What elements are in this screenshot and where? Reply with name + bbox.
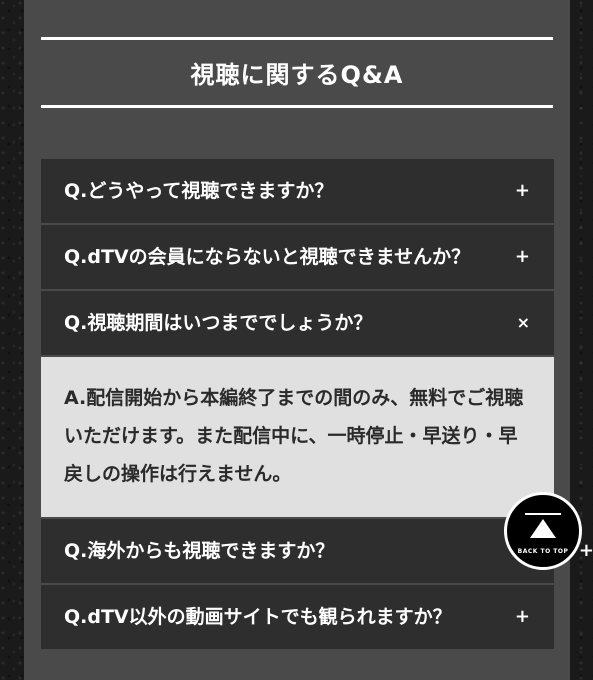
faq-item-how-to-watch[interactable]: Q.どうやって視聴できますか？ + xyxy=(41,159,554,225)
back-to-top-button[interactable]: BACK TO TOP xyxy=(504,492,582,570)
faq-question: Q.dTVの会員にならないと視聴できませんか？ xyxy=(64,246,471,268)
faq-question: Q.海外からも視聴できますか？ xyxy=(64,540,335,562)
top-bar-icon xyxy=(525,513,561,515)
expand-icon[interactable]: + xyxy=(515,225,530,289)
faq-question: Q.dTV以外の動画サイトでも観られますか？ xyxy=(64,606,452,628)
back-to-top-label: BACK TO TOP xyxy=(517,548,569,555)
faq-answer: A.配信開始から本編終了までの間のみ、無料でご視聴いただけます。また配信中に、一… xyxy=(41,357,554,517)
faq-question: Q.視聴期間はいつまででしょうか？ xyxy=(64,312,373,334)
faq-answer-text: A.配信開始から本編終了までの間のみ、無料でご視聴いただけます。また配信中に、一… xyxy=(64,387,524,485)
arrow-up-icon xyxy=(530,519,556,538)
expand-icon[interactable]: + xyxy=(515,585,530,649)
section-title: 視聴に関するQ&A xyxy=(190,61,404,89)
faq-item-other-sites[interactable]: Q.dTV以外の動画サイトでも観られますか？ + xyxy=(41,585,554,651)
collapse-icon[interactable]: × xyxy=(517,291,530,355)
faq-item-overseas[interactable]: Q.海外からも視聴できますか？ + xyxy=(41,519,593,585)
title-bottom-rule xyxy=(41,105,553,108)
faq-item-membership[interactable]: Q.dTVの会員にならないと視聴できませんか？ + xyxy=(41,225,554,291)
faq-item-viewing-period[interactable]: Q.視聴期間はいつまででしょうか？ × xyxy=(41,291,554,357)
faq-question: Q.どうやって視聴できますか？ xyxy=(64,180,334,202)
faq-list: Q.どうやって視聴できますか？ + Q.dTVの会員にならないと視聴できませんか… xyxy=(41,159,593,651)
expand-icon[interactable]: + xyxy=(515,159,530,223)
